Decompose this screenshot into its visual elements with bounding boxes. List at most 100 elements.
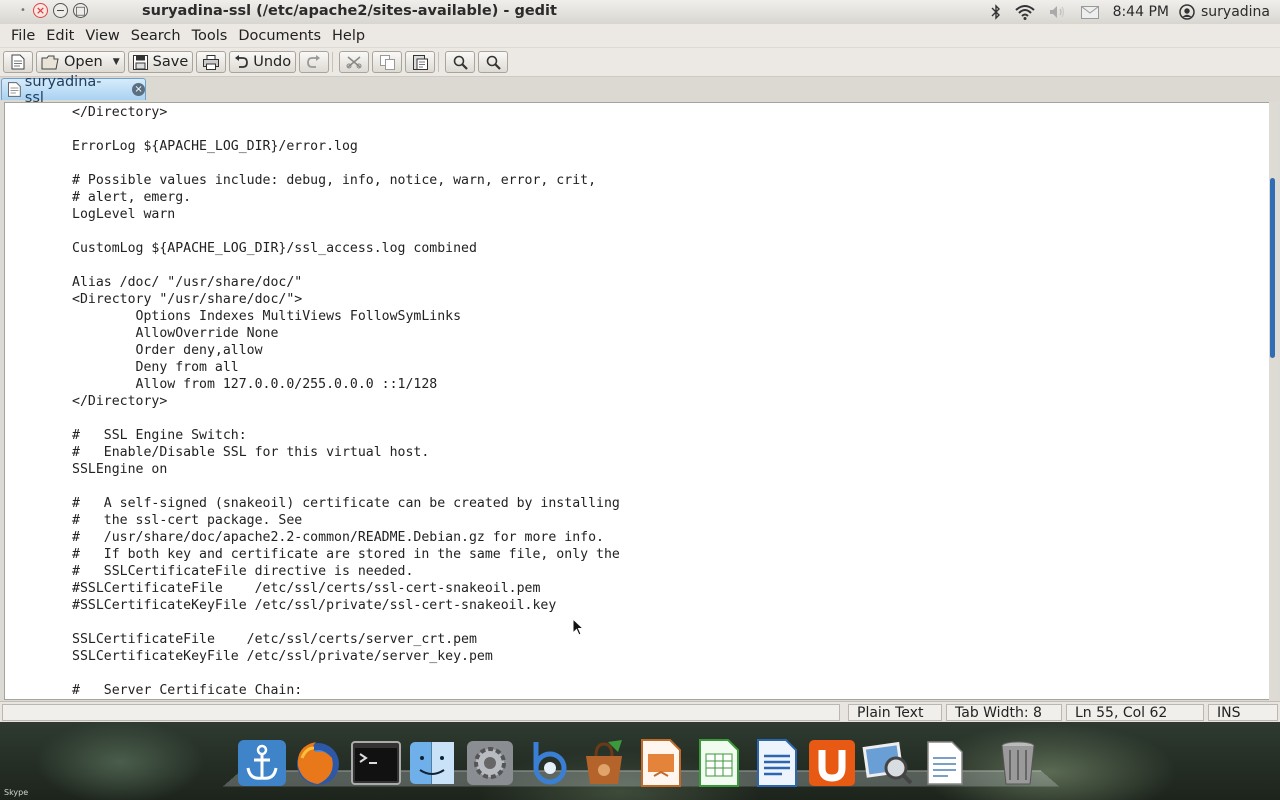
paste-button[interactable] bbox=[405, 51, 436, 73]
code-line: # Enable/Disable SSL for this virtual ho… bbox=[72, 445, 430, 460]
save-icon bbox=[132, 54, 148, 70]
code-line: Options Indexes MultiViews FollowSymLink… bbox=[72, 309, 462, 324]
text-editor[interactable]: </Directory> ErrorLog ${APACHE_LOG_DIR}/… bbox=[4, 102, 1270, 700]
cut-button[interactable] bbox=[339, 51, 370, 73]
dock: Skype bbox=[0, 722, 1280, 800]
cursor-position: Ln 55, Col 62 bbox=[1066, 704, 1204, 721]
code-line: Allow from 127.0.0.0/255.0.0.0 ::1/128 bbox=[72, 377, 438, 392]
tab-label: suryadina-ssl bbox=[24, 73, 102, 106]
menu-edit[interactable]: Edit bbox=[45, 28, 75, 44]
code-line: # If both key and certificate are stored… bbox=[72, 547, 620, 562]
toolbar-separator bbox=[438, 52, 440, 72]
window-menu-icon[interactable]: • bbox=[18, 6, 28, 16]
menu-search[interactable]: Search bbox=[130, 28, 182, 44]
replace-button[interactable] bbox=[478, 51, 509, 73]
code-line: Deny from all bbox=[72, 360, 239, 375]
code-line: <Directory "/usr/share/doc/"> bbox=[72, 292, 303, 307]
code-line: LogLevel warn bbox=[72, 207, 176, 222]
paste-icon bbox=[412, 55, 428, 70]
open-button[interactable]: Open ▼ bbox=[36, 51, 125, 73]
tab-suryadina-ssl[interactable]: suryadina-ssl × bbox=[1, 74, 146, 106]
code-line: # A self-signed (snakeoil) certificate c… bbox=[72, 496, 620, 511]
menu-documents[interactable]: Documents bbox=[237, 28, 322, 44]
close-icon[interactable]: × bbox=[132, 83, 145, 96]
text-document-icon bbox=[8, 82, 21, 97]
menu-view[interactable]: View bbox=[84, 28, 120, 44]
redo-icon bbox=[307, 55, 321, 68]
window-title: suryadina-ssl (/etc/apache2/sites-availa… bbox=[142, 3, 557, 19]
status-bar: Plain Text Tab Width: 8 Ln 55, Col 62 IN… bbox=[0, 701, 1280, 723]
code-line: CustomLog ${APACHE_LOG_DIR}/ssl_access.l… bbox=[72, 241, 477, 256]
document-tabs: suryadina-ssl × bbox=[0, 74, 1280, 106]
menu-bar: File Edit View Search Tools Documents He… bbox=[0, 24, 1280, 47]
mail-icon[interactable] bbox=[1080, 5, 1099, 19]
firefox-icon[interactable] bbox=[292, 736, 344, 788]
system-tray: 8:44 PM suryadina bbox=[991, 0, 1280, 24]
code-line: #SSLCertificateFile /etc/ssl/certs/ssl-c… bbox=[72, 581, 541, 596]
code-line: Order deny,allow bbox=[72, 343, 263, 358]
ubuntu-one-icon[interactable] bbox=[806, 736, 858, 788]
settings-icon[interactable] bbox=[464, 736, 516, 788]
print-icon bbox=[203, 54, 220, 70]
chevron-down-icon[interactable]: ▼ bbox=[113, 57, 120, 67]
menu-tools[interactable]: Tools bbox=[191, 28, 229, 44]
document-viewer-icon[interactable] bbox=[918, 736, 970, 788]
user-name[interactable]: suryadina bbox=[1201, 4, 1270, 20]
save-button[interactable]: Save bbox=[127, 51, 194, 73]
vertical-scrollbar[interactable] bbox=[1269, 102, 1278, 700]
watermark-text: Skype bbox=[4, 788, 29, 797]
mouse-cursor-icon bbox=[572, 618, 584, 636]
close-button[interactable]: × bbox=[33, 3, 48, 18]
code-line: Alias /doc/ "/usr/share/doc/" bbox=[72, 275, 303, 290]
scrollbar-thumb[interactable] bbox=[1270, 178, 1275, 358]
window-controls: • × − □ bbox=[18, 3, 88, 18]
cut-icon bbox=[346, 56, 362, 69]
save-label: Save bbox=[152, 54, 189, 70]
finder-icon[interactable] bbox=[406, 736, 458, 788]
image-viewer-icon[interactable] bbox=[862, 736, 914, 788]
toolbar-separator bbox=[332, 52, 334, 72]
code-line: # /usr/share/doc/apache2.2-common/README… bbox=[72, 530, 604, 545]
spreadsheet-icon[interactable] bbox=[692, 736, 744, 788]
language-selector[interactable]: Plain Text bbox=[848, 704, 942, 721]
terminal-icon[interactable] bbox=[350, 736, 402, 788]
menu-help[interactable]: Help bbox=[331, 28, 366, 44]
minimize-button[interactable]: − bbox=[53, 3, 68, 18]
tab-width-selector[interactable]: Tab Width: 8 bbox=[946, 704, 1062, 721]
anchor-icon[interactable] bbox=[236, 736, 288, 788]
copy-button[interactable] bbox=[372, 51, 403, 73]
volume-icon[interactable] bbox=[1049, 5, 1067, 19]
code-line: # the ssl-cert package. See bbox=[72, 513, 303, 528]
maximize-button[interactable]: □ bbox=[73, 3, 88, 18]
bag-icon[interactable] bbox=[578, 736, 630, 788]
bluetooth-icon[interactable] bbox=[991, 4, 1001, 20]
search-replace-icon bbox=[486, 55, 501, 70]
code-line: ErrorLog ${APACHE_LOG_DIR}/error.log bbox=[72, 139, 358, 154]
trash-icon[interactable] bbox=[992, 736, 1044, 788]
code-line: SSLEngine on bbox=[72, 462, 168, 477]
code-line: # Server Certificate Chain: bbox=[72, 683, 303, 698]
undo-button[interactable]: Undo bbox=[229, 51, 297, 73]
code-line: # Possible values include: debug, info, … bbox=[72, 173, 597, 188]
code-line: #SSLCertificateKeyFile /etc/ssl/private/… bbox=[72, 598, 557, 613]
user-icon bbox=[1179, 4, 1195, 20]
search-icon bbox=[453, 55, 468, 70]
code-line: # SSL Engine Switch: bbox=[72, 428, 247, 443]
new-button[interactable] bbox=[3, 51, 33, 73]
open-label: Open bbox=[64, 54, 103, 70]
undo-label: Undo bbox=[253, 54, 292, 70]
title-bar: • × − □ suryadina-ssl (/etc/apache2/site… bbox=[0, 0, 1280, 25]
code-line: AllowOverride None bbox=[72, 326, 279, 341]
editor-text: </Directory> ErrorLog ${APACHE_LOG_DIR}/… bbox=[72, 104, 620, 699]
bluefish-icon[interactable] bbox=[522, 736, 574, 788]
menu-file[interactable]: File bbox=[10, 28, 36, 44]
status-message bbox=[2, 704, 840, 721]
wifi-icon[interactable] bbox=[1014, 4, 1035, 20]
writer-icon[interactable] bbox=[750, 736, 802, 788]
find-button[interactable] bbox=[445, 51, 476, 73]
code-line: SSLCertificateFile /etc/ssl/certs/server… bbox=[72, 632, 477, 647]
redo-button[interactable] bbox=[299, 51, 330, 73]
print-button[interactable] bbox=[196, 51, 227, 73]
clock[interactable]: 8:44 PM bbox=[1113, 4, 1169, 20]
presentation-icon[interactable] bbox=[634, 736, 686, 788]
